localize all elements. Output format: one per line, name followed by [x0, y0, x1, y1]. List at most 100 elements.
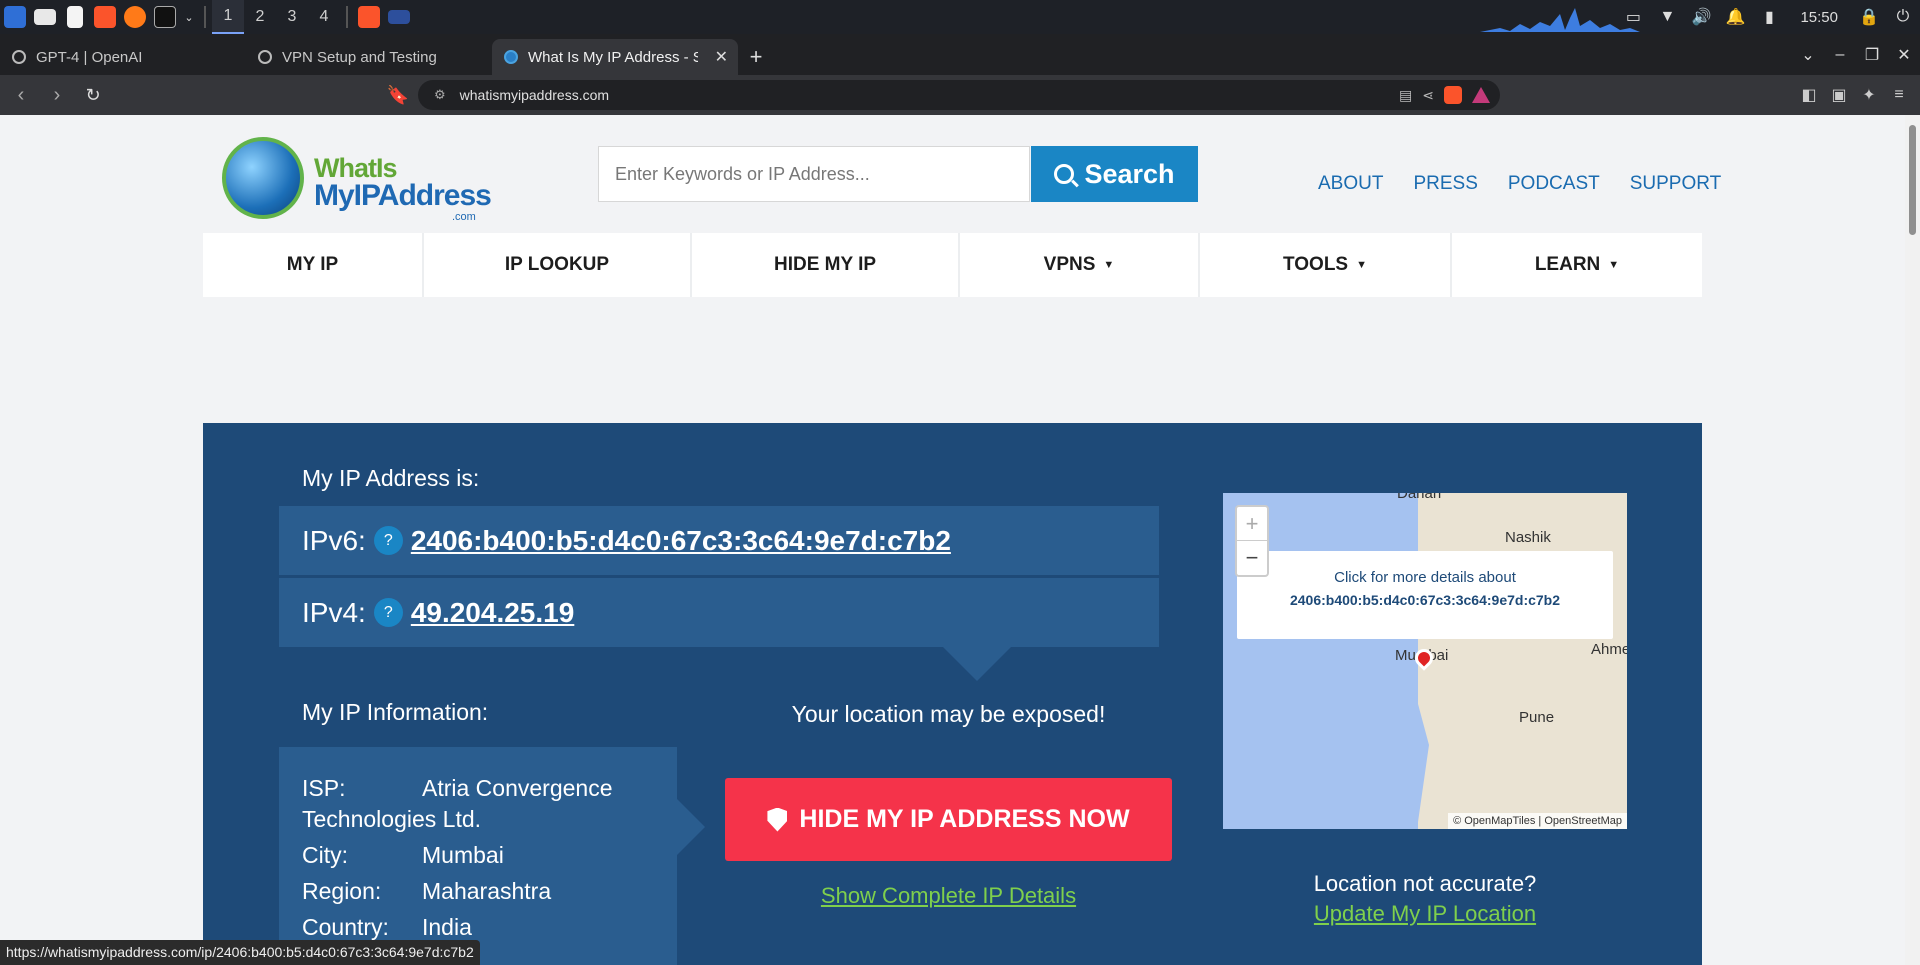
- tab-gpt4[interactable]: GPT-4 | OpenAI: [0, 39, 246, 75]
- address-bar[interactable]: ⚙ whatismyipaddress.com ▤ ⋖: [418, 80, 1500, 110]
- lock-icon[interactable]: 🔒: [1852, 0, 1886, 34]
- tab-label: What Is My IP Address - Se: [528, 48, 698, 66]
- back-icon[interactable]: ‹: [6, 80, 36, 110]
- notification-bell-icon[interactable]: 🔔: [1718, 0, 1752, 34]
- close-icon[interactable]: ✕: [715, 47, 728, 67]
- country-label: Country:: [302, 914, 389, 940]
- exposed-warning: Your location may be exposed!: [791, 701, 1106, 727]
- tab-search-icon[interactable]: ⌄: [1792, 45, 1824, 65]
- clock[interactable]: 15:50: [1786, 9, 1852, 26]
- page-scrollbar[interactable]: [1905, 115, 1920, 965]
- system-tray: ▭ ▼ 🔊 🔔 ▮ 15:50 🔒 ⏻: [1616, 0, 1920, 34]
- search-icon: [1054, 164, 1075, 184]
- nav-learn[interactable]: LEARN ▼: [1452, 233, 1702, 297]
- ipv4-link[interactable]: 49.204.25.19: [411, 597, 575, 629]
- browser-tab-strip: GPT-4 | OpenAI VPN Setup and Testing Wha…: [0, 34, 1920, 75]
- support-link[interactable]: SUPPORT: [1630, 173, 1722, 195]
- sidebar-icon[interactable]: ◧: [1794, 85, 1824, 105]
- ip-info-box: ISP: Atria Convergence Technologies Ltd. …: [279, 747, 677, 965]
- show-details-link[interactable]: Show Complete IP Details: [725, 883, 1172, 909]
- volume-icon[interactable]: 🔊: [1684, 0, 1718, 34]
- update-location-link[interactable]: Update My IP Location: [1223, 901, 1627, 927]
- ipv4-row: IPv4: ? 49.204.25.19: [279, 578, 1159, 647]
- logo-text: MyIPAddress: [314, 179, 492, 212]
- popup-ip[interactable]: 2406:b400:b5:d4c0:67c3:3c64:9e7d:c7b2: [1237, 592, 1613, 608]
- nav-ip-lookup[interactable]: IP LOOKUP: [424, 233, 692, 297]
- map-zoom-controls: + −: [1235, 505, 1269, 577]
- tab-whatismyip[interactable]: What Is My IP Address - Se ✕: [492, 39, 738, 75]
- tab-label: VPN Setup and Testing: [282, 48, 437, 66]
- battery-icon[interactable]: ▮: [1752, 0, 1786, 34]
- terminal-icon[interactable]: [150, 0, 180, 34]
- forward-icon[interactable]: ›: [42, 80, 72, 110]
- site-logo[interactable]: WhatIs MyIPAddress .com: [222, 137, 492, 227]
- ip-heading: My IP Address is:: [302, 465, 480, 491]
- tab-vpn-setup[interactable]: VPN Setup and Testing: [246, 39, 492, 75]
- globe-icon: [222, 137, 304, 219]
- leo-ai-icon[interactable]: ✦: [1854, 85, 1884, 105]
- city-label: City:: [302, 842, 348, 868]
- window-thumbnail-icon[interactable]: [384, 0, 414, 34]
- brave-shields-icon[interactable]: [1444, 86, 1462, 104]
- launcher-group: ⌄: [0, 0, 198, 34]
- share-icon[interactable]: ⋖: [1422, 87, 1434, 104]
- nav-vpns[interactable]: VPNS ▼: [960, 233, 1200, 297]
- shield-icon: [767, 807, 788, 832]
- press-link[interactable]: PRESS: [1413, 173, 1477, 195]
- file-manager-icon[interactable]: [30, 0, 60, 34]
- scrollbar-thumb[interactable]: [1909, 125, 1916, 235]
- reader-mode-icon[interactable]: ▤: [1399, 87, 1412, 104]
- search-button[interactable]: Search: [1031, 146, 1198, 202]
- main-navigation: MY IP IP LOOKUP HIDE MY IP VPNS ▼ TOOLS ▼ …: [203, 233, 1702, 297]
- workspace-3[interactable]: 3: [276, 0, 308, 34]
- zoom-out-icon[interactable]: −: [1237, 541, 1267, 575]
- wifi-icon[interactable]: ▼: [1650, 0, 1684, 34]
- window-controls: ⌄ – ❐ ✕: [1792, 34, 1920, 75]
- text-editor-icon[interactable]: [60, 0, 90, 34]
- nav-tools[interactable]: TOOLS ▼: [1200, 233, 1452, 297]
- new-tab-button[interactable]: +: [738, 39, 774, 75]
- help-icon[interactable]: ?: [373, 598, 403, 627]
- region-label: Region:: [302, 878, 382, 904]
- hide-ip-button[interactable]: HIDE MY IP ADDRESS NOW: [725, 778, 1172, 861]
- nav-label: LEARN: [1534, 254, 1601, 275]
- chevron-down-icon[interactable]: ⌄: [180, 0, 198, 34]
- help-icon[interactable]: ?: [373, 526, 403, 555]
- url-text[interactable]: whatismyipaddress.com: [460, 87, 609, 103]
- openai-icon: [12, 50, 26, 64]
- podcast-link[interactable]: PODCAST: [1508, 173, 1600, 195]
- bookmark-icon[interactable]: 🔖: [384, 81, 412, 109]
- brave-browser-icon[interactable]: [90, 0, 120, 34]
- screen-icon[interactable]: ▭: [1616, 0, 1650, 34]
- nav-hide-my-ip[interactable]: HIDE MY IP: [692, 233, 960, 297]
- pointer-arrow: [943, 647, 1011, 681]
- reload-icon[interactable]: ↻: [78, 80, 108, 110]
- close-window-icon[interactable]: ✕: [1888, 45, 1920, 65]
- city-value: Mumbai: [422, 842, 504, 868]
- workspace-2[interactable]: 2: [244, 0, 276, 34]
- ipv6-row: IPv6: ? 2406:b400:b5:d4c0:67c3:3c64:9e7d…: [279, 506, 1159, 575]
- hide-ip-label: HIDE MY IP ADDRESS NOW: [799, 805, 1130, 833]
- map-popup[interactable]: Click for more details about 2406:b400:b…: [1237, 551, 1613, 639]
- about-link[interactable]: ABOUT: [1318, 173, 1383, 195]
- minimize-icon[interactable]: –: [1824, 46, 1856, 64]
- location-map[interactable]: Dahan Nashik Mumbai Ahme Pune Click for …: [1223, 493, 1627, 829]
- workspace-1[interactable]: 1: [212, 0, 244, 34]
- wallet-icon[interactable]: ▣: [1824, 85, 1854, 105]
- site-settings-icon[interactable]: ⚙: [434, 87, 446, 103]
- app-menu-icon[interactable]: [0, 0, 30, 34]
- zoom-in-icon[interactable]: +: [1237, 507, 1267, 541]
- workspace-4[interactable]: 4: [308, 0, 340, 34]
- search-input[interactable]: Enter Keywords or IP Address...: [598, 146, 1030, 202]
- ipv6-label: IPv6:: [302, 524, 366, 556]
- toolbar-right: ◧ ▣ ✦ ≡: [1794, 75, 1914, 115]
- menu-icon[interactable]: ≡: [1884, 86, 1914, 104]
- ipv6-link[interactable]: 2406:b400:b5:d4c0:67c3:3c64:9e7d:c7b2: [411, 525, 951, 557]
- firefox-icon[interactable]: [120, 0, 150, 34]
- brave-rewards-icon[interactable]: [1472, 87, 1490, 103]
- brave-window-icon[interactable]: [354, 0, 384, 34]
- power-icon[interactable]: ⏻: [1886, 0, 1920, 34]
- nav-my-ip[interactable]: MY IP: [203, 233, 424, 297]
- map-attribution[interactable]: © OpenMapTiles | OpenStreetMap: [1448, 813, 1627, 829]
- restore-icon[interactable]: ❐: [1856, 45, 1888, 65]
